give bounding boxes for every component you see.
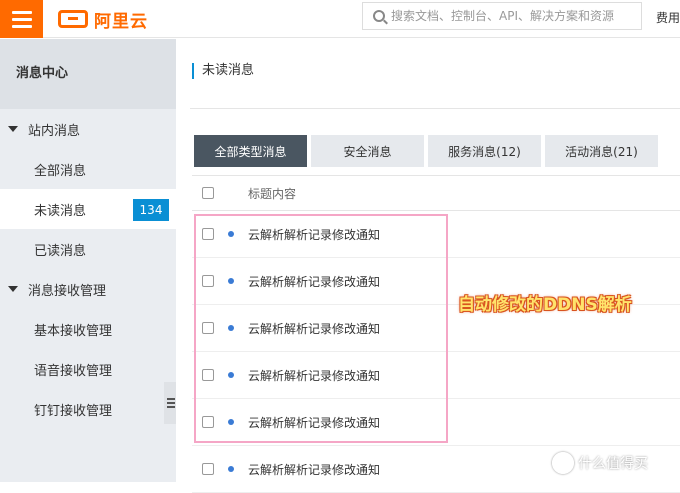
- search-icon: [373, 10, 385, 22]
- annotation-label: 自动修改的DDNS解析: [458, 295, 632, 315]
- sidebar-item-all-messages[interactable]: 全部消息: [0, 149, 176, 189]
- sidebar: 消息中心 站内消息 全部消息 未读消息 134 已读消息 消息接收管理 基本接收…: [0, 39, 176, 482]
- unread-dot-icon: [228, 325, 234, 331]
- unread-dot-icon: [228, 372, 234, 378]
- sidebar-item-label: 全部消息: [34, 163, 87, 179]
- sidebar-title: 消息中心: [0, 39, 176, 109]
- unread-count-badge: 134: [133, 199, 169, 221]
- table-row[interactable]: 云解析解析记录修改通知: [192, 352, 680, 399]
- row-checkbox[interactable]: [202, 463, 214, 475]
- message-table: 标题内容 云解析解析记录修改通知 云解析解析记录修改通知 云解析解析记录修改通知…: [192, 175, 680, 493]
- message-title[interactable]: 云解析解析记录修改通知: [248, 226, 380, 243]
- message-type-tabs: 全部类型消息 安全消息 服务消息(12) 活动消息(21): [194, 135, 658, 167]
- watermark-text: 什么值得买: [578, 456, 648, 472]
- row-checkbox[interactable]: [202, 369, 214, 381]
- table-row[interactable]: 云解析解析记录修改通知: [192, 211, 680, 258]
- sidebar-item-dingtalk-receive[interactable]: 钉钉接收管理: [0, 389, 176, 429]
- message-title[interactable]: 云解析解析记录修改通知: [248, 461, 380, 478]
- sidebar-section-label: 站内消息: [28, 123, 81, 139]
- row-checkbox[interactable]: [202, 275, 214, 287]
- select-all-checkbox[interactable]: [202, 187, 214, 199]
- sidebar-section-inbox[interactable]: 站内消息: [0, 109, 176, 149]
- table-header: 标题内容: [192, 175, 680, 211]
- unread-dot-icon: [228, 278, 234, 284]
- row-checkbox[interactable]: [202, 416, 214, 428]
- message-title[interactable]: 云解析解析记录修改通知: [248, 414, 380, 431]
- message-title[interactable]: 云解析解析记录修改通知: [248, 367, 380, 384]
- message-title[interactable]: 云解析解析记录修改通知: [248, 273, 380, 290]
- top-navigation-bar: 阿里云 费用: [0, 0, 680, 38]
- row-checkbox[interactable]: [202, 322, 214, 334]
- sidebar-section-receive-management[interactable]: 消息接收管理: [0, 269, 176, 309]
- message-title[interactable]: 云解析解析记录修改通知: [248, 320, 380, 337]
- logo-text: 阿里云: [94, 11, 148, 32]
- search-input[interactable]: [391, 9, 631, 23]
- sidebar-item-voice-receive[interactable]: 语音接收管理: [0, 349, 176, 389]
- sidebar-item-label: 钉钉接收管理: [34, 403, 113, 419]
- sidebar-item-unread-messages[interactable]: 未读消息 134: [0, 189, 176, 229]
- caret-down-icon: [8, 126, 18, 132]
- watermark: 什么值得买: [552, 452, 648, 474]
- sidebar-item-read-messages[interactable]: 已读消息: [0, 229, 176, 269]
- sidebar-item-label: 未读消息: [34, 203, 87, 219]
- page-title: 未读消息: [192, 63, 254, 79]
- sidebar-section-label: 消息接收管理: [28, 283, 107, 299]
- watermark-logo-icon: [552, 452, 574, 474]
- main-content: 未读消息 全部类型消息 安全消息 服务消息(12) 活动消息(21) 标题内容 …: [176, 39, 680, 493]
- sidebar-item-label: 已读消息: [34, 243, 87, 259]
- aliyun-logo[interactable]: 阿里云: [58, 7, 148, 32]
- logo-mark-icon: [58, 10, 88, 28]
- search-box[interactable]: [362, 2, 642, 30]
- billing-link[interactable]: 费用: [656, 9, 680, 26]
- unread-dot-icon: [228, 231, 234, 237]
- tab-activity[interactable]: 活动消息(21): [545, 135, 658, 167]
- menu-icon[interactable]: [0, 0, 43, 38]
- divider: [190, 108, 680, 109]
- unread-dot-icon: [228, 419, 234, 425]
- tab-security[interactable]: 安全消息: [311, 135, 424, 167]
- tab-all-types[interactable]: 全部类型消息: [194, 135, 307, 167]
- tab-service[interactable]: 服务消息(12): [428, 135, 541, 167]
- sidebar-item-label: 语音接收管理: [34, 363, 113, 379]
- caret-down-icon: [8, 286, 18, 292]
- sidebar-item-basic-receive[interactable]: 基本接收管理: [0, 309, 176, 349]
- unread-dot-icon: [228, 466, 234, 472]
- column-header-title: 标题内容: [248, 186, 297, 201]
- table-row[interactable]: 云解析解析记录修改通知: [192, 399, 680, 446]
- row-checkbox[interactable]: [202, 228, 214, 240]
- sidebar-item-label: 基本接收管理: [34, 323, 113, 339]
